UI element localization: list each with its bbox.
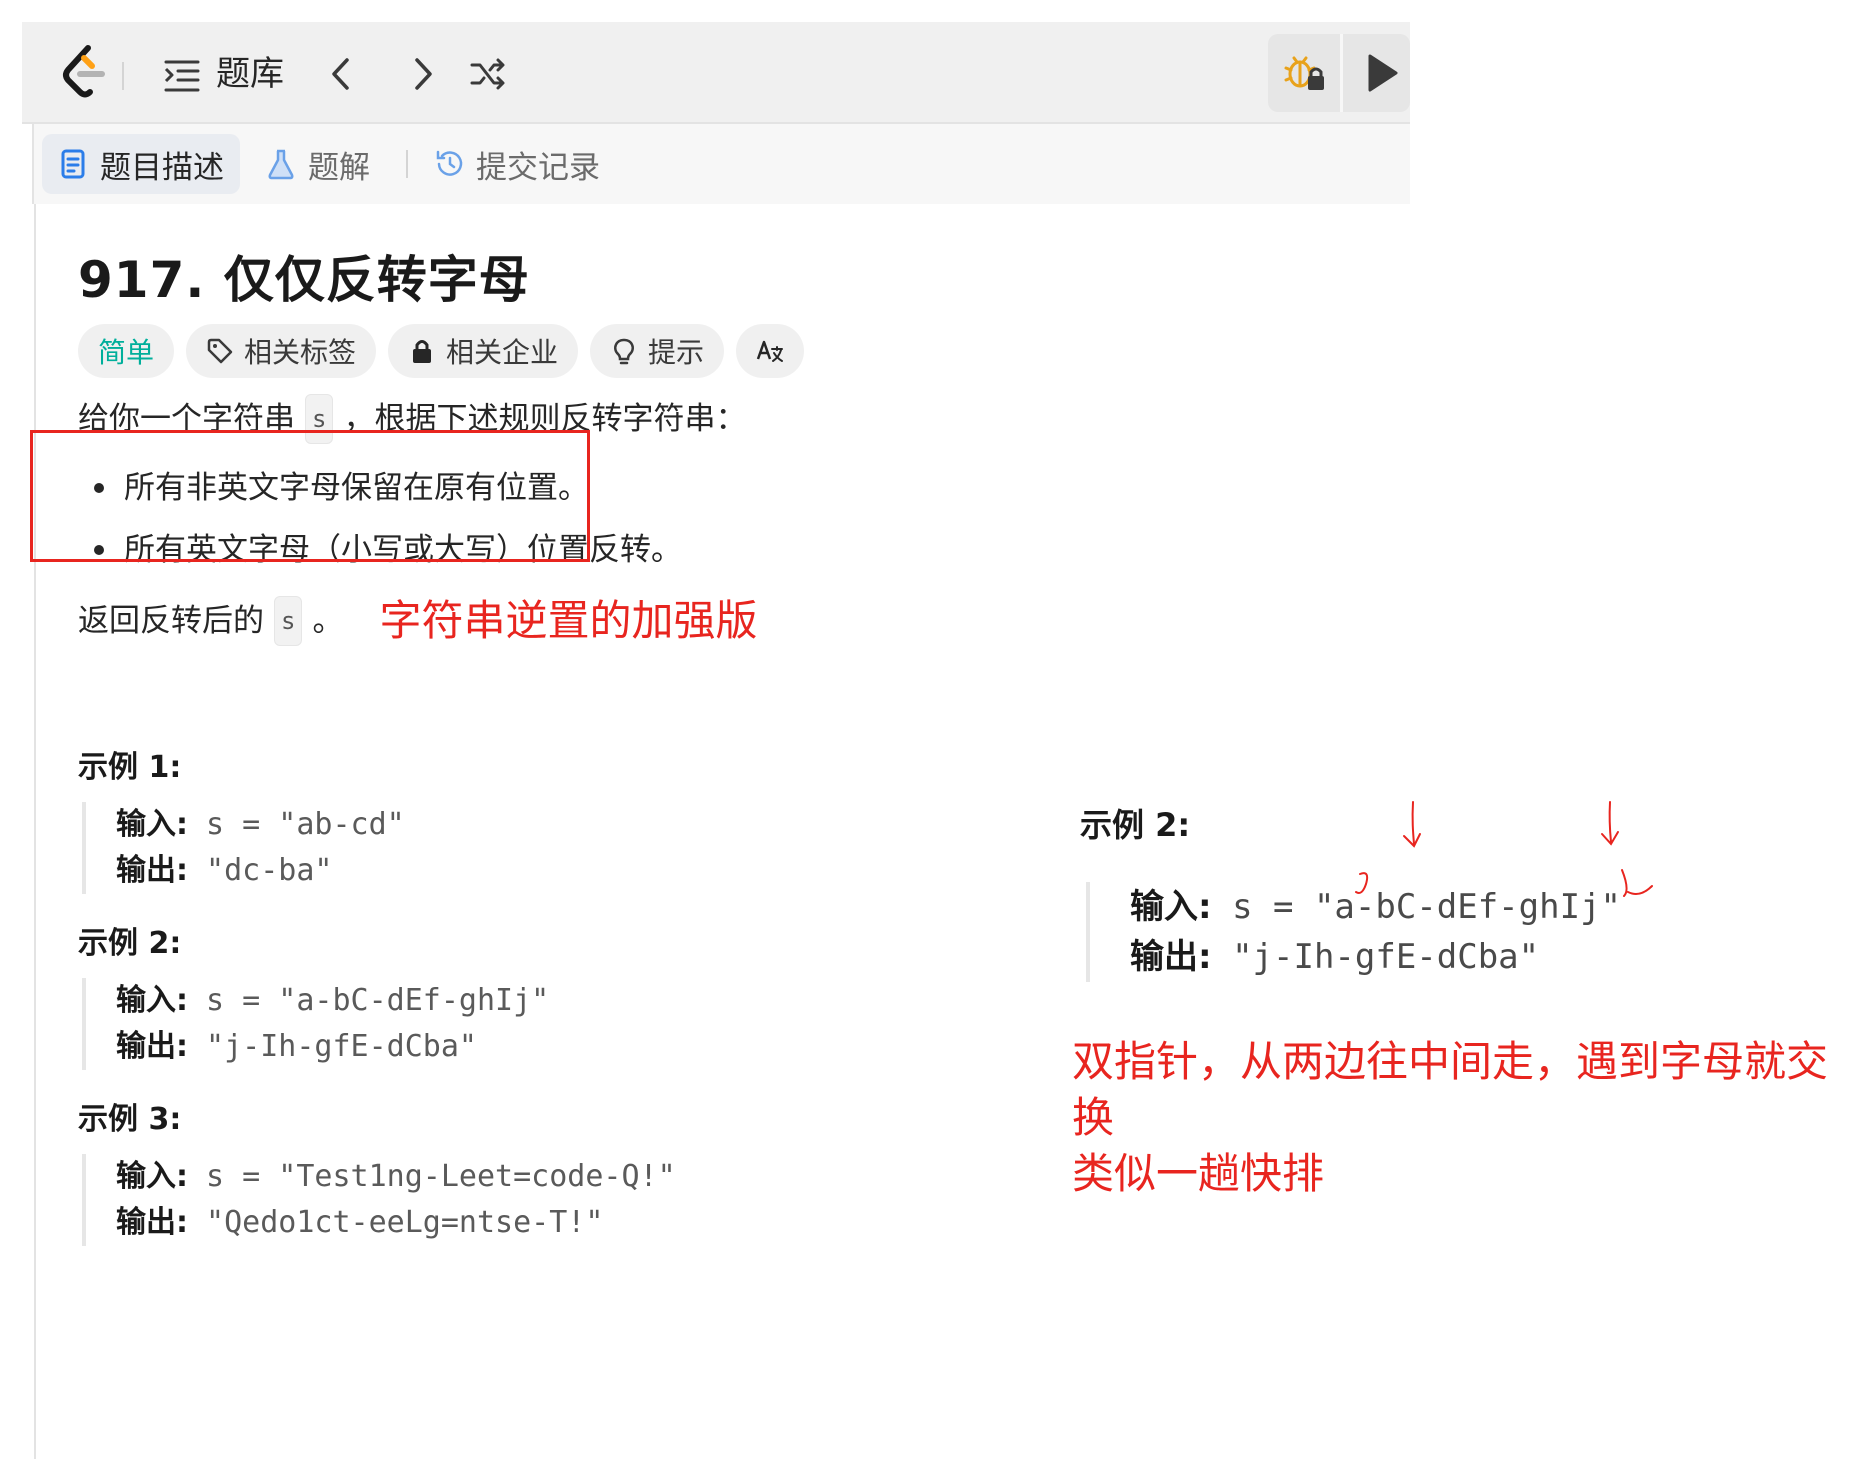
related-tags-label: 相关标签 [244, 336, 357, 369]
input-label: 输入: [116, 807, 188, 842]
output-value: "j-Ih-gfE-dCba" [188, 1029, 477, 1064]
annotation-note-line: 双指针，从两边往中间走，遇到字母就交换 [1072, 1037, 1829, 1142]
hint-button[interactable]: 提示 [590, 324, 725, 378]
leetcode-panel: 题库 题目描述 题解 提交记录 917. 仅仅反转字母 简单 相关标签 相关企业… [22, 22, 1410, 1459]
example-output: 输出: "Qedo1ct-eeLg=ntse-T!" [116, 1200, 676, 1246]
lightbulb-icon [614, 338, 635, 365]
example-block: 输入: s = "ab-cd" 输出: "dc-ba" [82, 802, 405, 894]
output-value: "j-Ih-gfE-dCba" [1211, 937, 1540, 977]
annotation-highlight-box [30, 430, 590, 562]
chevron-left-icon[interactable] [322, 54, 362, 94]
related-companies-label: 相关企业 [446, 336, 559, 369]
example-heading: 示例 1: [78, 750, 182, 785]
tab-bar: 题目描述 题解 提交记录 [32, 124, 1410, 204]
input-value: s = "a-bC-dEf-ghIj" [188, 983, 550, 1018]
example-heading: 示例 3: [78, 1102, 182, 1137]
tag-pills: 简单 相关标签 相关企业 提示 [78, 324, 805, 378]
example-output: 输出: "dc-ba" [116, 848, 405, 894]
debug-bug-lock-icon[interactable] [1280, 50, 1328, 96]
tab-label: 提交记录 [476, 149, 600, 186]
problem-title: 917. 仅仅反转字母 [78, 251, 530, 309]
example-input: 输入: s = "ab-cd" [116, 802, 405, 848]
divider [122, 62, 124, 90]
list-indent-icon[interactable] [162, 58, 202, 94]
tab-divider [406, 150, 408, 178]
history-icon [436, 150, 463, 176]
output-label: 输出: [116, 853, 188, 888]
problem-return: 返回反转后的 s 。 字符串逆置的加强版 [78, 596, 757, 646]
output-value: "Qedo1ct-eeLg=ntse-T!" [188, 1205, 604, 1240]
example-output: 输出: "j-Ih-gfE-dCba" [1130, 932, 1621, 982]
flask-icon [268, 149, 294, 180]
tab-submissions[interactable]: 提交记录 [434, 134, 600, 194]
problem-bank-link[interactable]: 题库 [216, 50, 284, 98]
difficulty-badge[interactable]: 简单 [78, 324, 175, 378]
annotation-note: 字符串逆置的加强版 [379, 596, 758, 645]
translate-button[interactable] [736, 324, 805, 378]
button-divider [1340, 34, 1343, 112]
output-label: 输出: [116, 1029, 188, 1064]
lock-icon [413, 340, 432, 363]
input-label: 输入: [116, 983, 188, 1018]
output-label: 输出: [1130, 937, 1212, 977]
leetcode-logo-icon[interactable] [58, 44, 108, 100]
return-text-after: 。 [312, 603, 344, 639]
return-text: 返回反转后的 [78, 603, 264, 639]
example-heading: 示例 2: [1080, 806, 1191, 844]
related-tags-button[interactable]: 相关标签 [186, 324, 377, 378]
tab-solutions[interactable]: 题解 [266, 134, 370, 194]
example-heading: 示例 2: [78, 926, 182, 961]
play-icon[interactable] [1362, 50, 1402, 96]
tab-label: 题解 [308, 149, 370, 186]
example-output: 输出: "j-Ih-gfE-dCba" [116, 1024, 549, 1070]
chevron-right-icon[interactable] [402, 54, 442, 94]
output-label: 输出: [116, 1205, 188, 1240]
input-value: s = "Test1ng-Leet=code-Q!" [188, 1159, 676, 1194]
hint-label: 提示 [648, 336, 705, 369]
input-value: s = "a-bC-dEf-ghIj" [1211, 887, 1622, 927]
top-bar: 题库 [22, 22, 1410, 124]
difficulty-label: 简单 [98, 336, 155, 369]
related-companies-button[interactable]: 相关企业 [388, 324, 579, 378]
inline-code: s [274, 596, 303, 646]
output-value: "dc-ba" [188, 853, 333, 888]
run-button-group [1268, 34, 1410, 112]
example-block: 输入: s = "a-bC-dEf-ghIj" 输出: "j-Ih-gfE-dC… [1086, 882, 1621, 982]
example-block: 输入: s = "a-bC-dEf-ghIj" 输出: "j-Ih-gfE-dC… [82, 978, 549, 1070]
annotation-example: 示例 2: 输入: s = "a-bC-dEf-ghIj" 输出: "j-Ih-… [1080, 800, 1621, 982]
example-input: 输入: s = "a-bC-dEf-ghIj" [1130, 882, 1621, 932]
translate-icon [756, 340, 784, 362]
example-input: 输入: s = "Test1ng-Leet=code-Q!" [116, 1154, 676, 1200]
input-label: 输入: [1130, 887, 1212, 927]
annotation-note-line: 类似一趟快排 [1072, 1149, 1325, 1198]
tag-icon [207, 338, 233, 364]
example-block: 输入: s = "Test1ng-Leet=code-Q!" 输出: "Qedo… [82, 1154, 676, 1246]
shuffle-icon[interactable] [468, 54, 508, 94]
example-input: 输入: s = "a-bC-dEf-ghIj" [116, 978, 549, 1024]
tab-label: 题目描述 [100, 149, 224, 186]
document-icon [61, 149, 85, 179]
tab-description[interactable]: 题目描述 [42, 134, 240, 194]
input-label: 输入: [116, 1159, 188, 1194]
input-value: s = "ab-cd" [188, 807, 405, 842]
annotation-note: 双指针，从两边往中间走，遇到字母就交换 类似一趟快排 [1072, 1034, 1865, 1202]
